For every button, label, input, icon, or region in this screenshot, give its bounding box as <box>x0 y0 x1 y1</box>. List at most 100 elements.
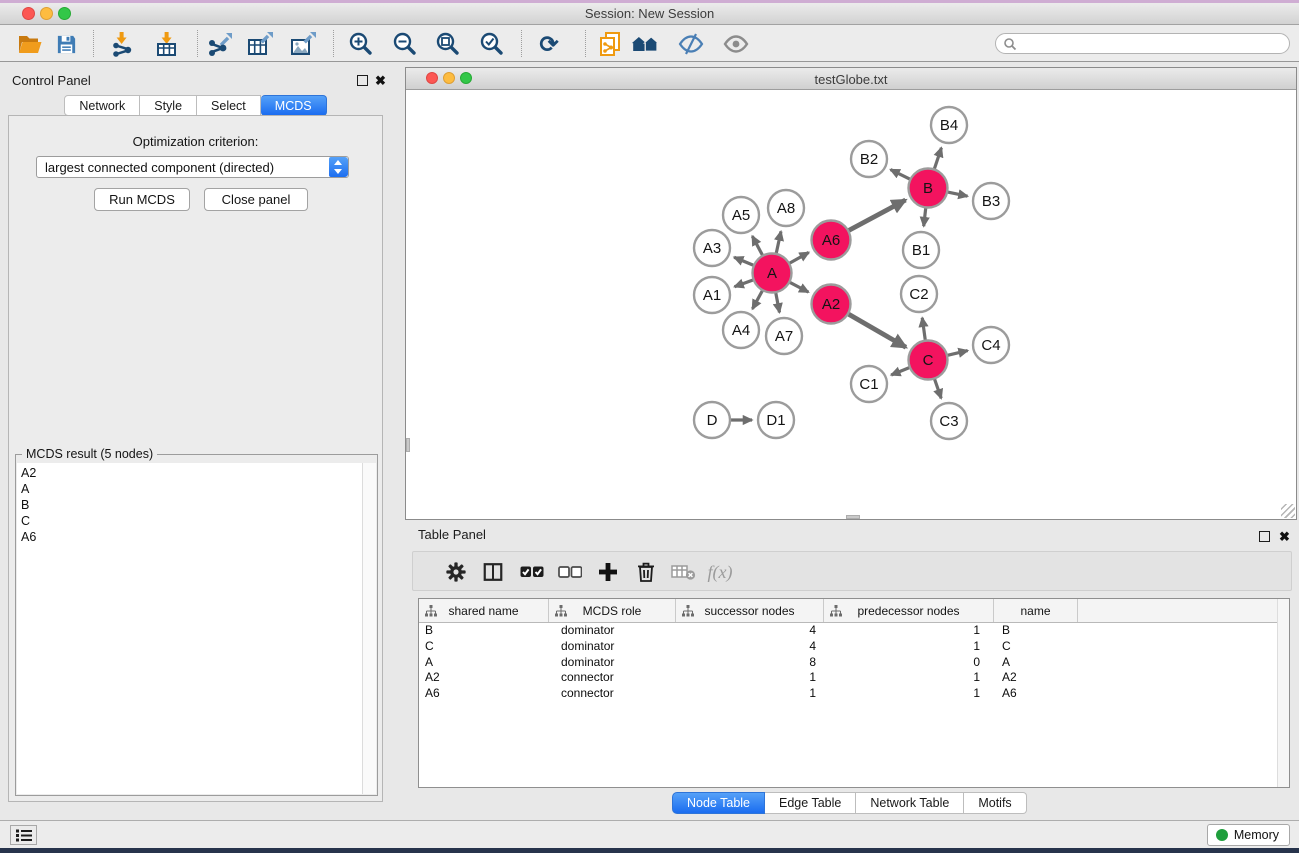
table-cell[interactable]: 8 <box>676 655 824 671</box>
export-image-icon[interactable] <box>289 30 317 58</box>
list-item[interactable]: A2 <box>17 465 362 481</box>
table-cell[interactable]: dominator <box>549 639 676 655</box>
graph-edge[interactable] <box>934 378 941 398</box>
import-network-icon[interactable] <box>108 30 136 58</box>
table-cell[interactable]: 4 <box>676 639 824 655</box>
export-network-icon[interactable] <box>205 30 233 58</box>
graph-edge[interactable] <box>848 200 905 231</box>
table-cell[interactable]: 1 <box>824 686 994 702</box>
table-cell[interactable]: 1 <box>676 686 824 702</box>
delete-column-trash-icon[interactable] <box>633 559 659 585</box>
show-all-windows-icon[interactable] <box>631 30 659 58</box>
list-item[interactable]: B <box>17 497 362 513</box>
select-all-icon[interactable] <box>519 559 545 585</box>
table-cell[interactable]: A2 <box>994 670 1078 686</box>
graph-edge[interactable] <box>922 318 925 341</box>
graph-edge[interactable] <box>848 314 906 348</box>
table-row[interactable]: Cdominator41C <box>419 639 1277 655</box>
list-item[interactable]: A6 <box>17 529 362 545</box>
window-resize-grip[interactable] <box>1281 504 1295 518</box>
network-graph[interactable]: AA1A2A3A4A5A6A7A8BB1B2B3B4CC1C2C3C4DD1 <box>406 90 1296 519</box>
memory-button[interactable]: Memory <box>1207 824 1290 846</box>
graph-edge[interactable] <box>735 280 754 287</box>
show-hidden-icon[interactable] <box>722 30 750 58</box>
zoom-fit-icon[interactable] <box>434 30 462 58</box>
import-table-icon[interactable] <box>153 30 181 58</box>
table-cell[interactable]: A <box>419 655 549 671</box>
table-cell[interactable]: 4 <box>676 623 824 639</box>
close-panel-icon[interactable]: ✖ <box>1279 531 1290 542</box>
network-window-titlebar[interactable]: testGlobe.txt <box>406 68 1296 90</box>
table-cell[interactable]: C <box>419 639 549 655</box>
table-cell[interactable]: C <box>994 639 1078 655</box>
tab-edge-table[interactable]: Edge Table <box>765 792 856 814</box>
table-cell[interactable]: 1 <box>824 670 994 686</box>
task-history-button[interactable] <box>10 825 37 845</box>
canvas-v-scroll-thumb[interactable] <box>406 438 410 452</box>
graph-edge[interactable] <box>947 192 967 196</box>
close-panel-icon[interactable]: ✖ <box>375 75 386 86</box>
graph-edge[interactable] <box>752 236 762 256</box>
manage-styles-icon[interactable] <box>596 30 624 58</box>
graph-edge[interactable] <box>752 290 762 309</box>
mcds-result-list[interactable]: A2ABCA6 <box>17 463 362 794</box>
tab-select[interactable]: Select <box>197 95 261 116</box>
title-bar[interactable]: Session: New Session <box>0 3 1299 25</box>
save-session-icon[interactable] <box>52 30 80 58</box>
criterion-dropdown[interactable]: largest connected component (directed) <box>36 156 349 178</box>
network-view-window[interactable]: testGlobe.txt AA1A2A3A4A5A6A7A8BB1B2B3B4… <box>405 67 1297 520</box>
table-cell[interactable]: connector <box>549 686 676 702</box>
list-item[interactable]: A <box>17 481 362 497</box>
delete-table-icon[interactable] <box>671 559 697 585</box>
zoom-in-icon[interactable] <box>347 30 375 58</box>
table-cell[interactable]: 0 <box>824 655 994 671</box>
table-cell[interactable]: connector <box>549 670 676 686</box>
float-panel-icon[interactable] <box>357 75 368 86</box>
search-input[interactable] <box>1017 37 1289 51</box>
search-field[interactable] <box>995 33 1290 54</box>
unselect-all-icon[interactable] <box>557 559 583 585</box>
table-cell[interactable]: B <box>994 623 1078 639</box>
list-item[interactable]: C <box>17 513 362 529</box>
table-row[interactable]: Adominator80A <box>419 655 1277 671</box>
table-cell[interactable]: A <box>994 655 1078 671</box>
table-cell[interactable]: A2 <box>419 670 549 686</box>
graph-edge[interactable] <box>789 282 808 292</box>
open-file-icon[interactable] <box>16 30 44 58</box>
graph-edge[interactable] <box>776 231 781 253</box>
graph-edge[interactable] <box>924 207 926 226</box>
column-header-successor-nodes[interactable]: successor nodes <box>676 599 824 622</box>
add-column-icon[interactable] <box>595 559 621 585</box>
table-row[interactable]: A2connector11A2 <box>419 670 1277 686</box>
export-table-icon[interactable] <box>246 30 274 58</box>
refresh-icon[interactable]: ⟳ <box>535 30 563 58</box>
zoom-selected-icon[interactable] <box>478 30 506 58</box>
hide-selected-icon[interactable] <box>677 30 705 58</box>
table-scrollbar[interactable] <box>1277 599 1289 787</box>
tab-network-table[interactable]: Network Table <box>856 792 964 814</box>
graph-edge[interactable] <box>891 170 911 180</box>
function-builder-icon[interactable]: f(x) <box>707 559 733 585</box>
node-table-body[interactable]: Bdominator41BCdominator41CAdominator80AA… <box>419 623 1277 787</box>
column-header-shared-name[interactable]: shared name <box>419 599 549 622</box>
graph-edge[interactable] <box>789 252 809 263</box>
table-settings-gear-icon[interactable] <box>443 559 469 585</box>
graph-edge[interactable] <box>734 257 754 265</box>
tab-motifs[interactable]: Motifs <box>964 792 1026 814</box>
graph-edge[interactable] <box>934 148 941 170</box>
result-list-scrollbar[interactable] <box>362 463 376 794</box>
table-cell[interactable]: B <box>419 623 549 639</box>
tab-network[interactable]: Network <box>64 95 140 116</box>
column-header-predecessor-nodes[interactable]: predecessor nodes <box>824 599 994 622</box>
column-header-mcds-role[interactable]: MCDS role <box>549 599 676 622</box>
run-mcds-button[interactable]: Run MCDS <box>94 188 190 211</box>
float-panel-icon[interactable] <box>1259 531 1270 542</box>
table-row[interactable]: Bdominator41B <box>419 623 1277 639</box>
table-row[interactable]: A6connector11A6 <box>419 686 1277 702</box>
table-cell[interactable]: 1 <box>824 623 994 639</box>
tab-style[interactable]: Style <box>140 95 197 116</box>
network-canvas[interactable]: AA1A2A3A4A5A6A7A8BB1B2B3B4CC1C2C3C4DD1 <box>406 90 1296 519</box>
show-columns-icon[interactable] <box>480 559 506 585</box>
column-header-name[interactable]: name <box>994 599 1078 622</box>
table-cell[interactable]: dominator <box>549 623 676 639</box>
